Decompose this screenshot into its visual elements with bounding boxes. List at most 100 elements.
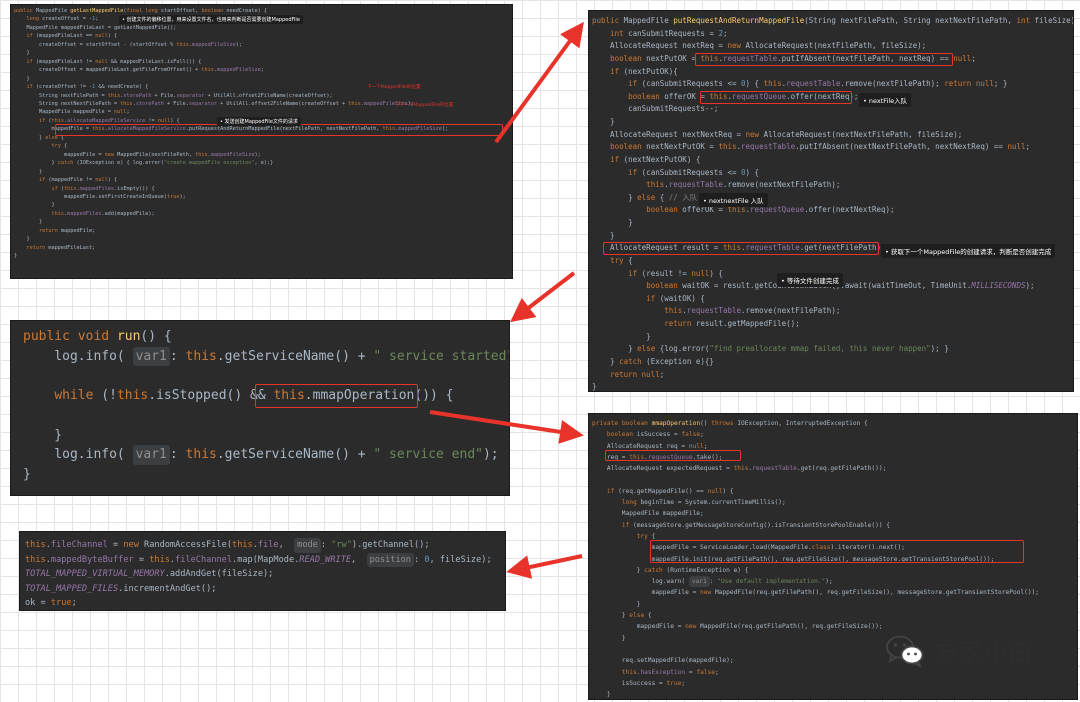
code-block: public MappedFile putRequestAndReturnMap…	[589, 11, 1074, 392]
code-line: } else {	[592, 612, 652, 620]
code-line: }	[14, 168, 43, 175]
code-line: return null;	[610, 369, 665, 379]
code-line: }	[14, 75, 30, 82]
code-line: TOTAL_MAPPED_VIRTUAL_MEMORY.addAndGet(fi…	[25, 569, 274, 580]
code-line: long beginTime = System.currentTimeMilli…	[621, 499, 786, 507]
code-line: mappedFile = new MappedFile(req.getFileP…	[592, 589, 1040, 597]
code-line: this.requestTable.remove(nextNextFilePat…	[646, 180, 841, 190]
highlight-queue-take	[605, 450, 741, 461]
label-next-next-file: 下下一个MappedFile的位置	[395, 103, 454, 108]
code-line: mappedFile = new MappedFile(req.getFileP…	[592, 623, 883, 631]
wechat-icon	[886, 635, 924, 668]
code-line: if (mappedFile != null) {	[39, 177, 118, 184]
arrow-to-channel-map	[506, 554, 583, 579]
highlight-queue-offer	[700, 91, 852, 104]
code-line: } catch (Exception e){}	[592, 356, 714, 366]
code-line: if (waitOK) {	[646, 293, 705, 303]
code-line: this.mappedByteBuffer = this.fileChannel…	[25, 552, 492, 568]
code-line: private boolean mmapOperation() throws I…	[592, 420, 868, 427]
code-line: boolean nextNextPutOK = this.requestTabl…	[610, 142, 1031, 152]
code-line: log.info( var1: this.getServiceName() + …	[23, 445, 509, 465]
code-line: if (canSubmitRequests <= 0) {	[628, 167, 760, 177]
arrow-to-run	[510, 271, 576, 323]
code-line: }	[23, 466, 31, 482]
code-line: boolean offerOK = this.requestQueue.offe…	[646, 205, 895, 215]
code-line: String nextFilePath = this.storePath + F…	[14, 92, 333, 99]
code-line: if (mappedFileLast == null) {	[26, 33, 118, 40]
label-next-file: 下一个MappedFile的位置	[367, 85, 421, 90]
code-line: AllocateRequest nextReq = new AllocateRe…	[592, 41, 927, 51]
code-line: log.warn( var1: "Use default implementat…	[592, 576, 1039, 588]
code-block: this.fileChannel = new RandomAccessFile(…	[20, 532, 492, 610]
code-line: } else { // 入队	[592, 192, 698, 202]
code-line: MappedFile mappedFileLast = getLastMappe…	[14, 24, 177, 31]
code-panel-channel-map: this.fileChannel = new RandomAccessFile(…	[19, 531, 506, 611]
code-line: }	[592, 230, 615, 240]
code-line: mappedFile = new MappedFile(nextFilePath…	[14, 151, 261, 158]
code-line: }	[592, 600, 641, 608]
code-line: if (this.mappedFiles.isEmpty()) {	[51, 185, 155, 192]
code-line: if (canSubmitRequests <= 0) { this.reque…	[628, 79, 1008, 89]
code-line: }	[23, 427, 63, 443]
code-line: createOffset = mappedFileLast.getFileFro…	[14, 67, 264, 74]
watermark: 方家小白	[885, 633, 1033, 669]
code-line: MappedFile mappedFile;	[592, 510, 704, 518]
code-line: return mappedFile;	[39, 227, 96, 234]
note-create-offset: • 创建文件的偏移位置，用来设置文件名，也用来判断是否需要创建MappedFil…	[119, 15, 303, 24]
code-line: if (messageStore.getMessageStoreConfig()…	[621, 521, 891, 529]
code-line: public void run() {	[23, 329, 172, 344]
code-line: if (mappedFileLast != null && mappedFile…	[26, 58, 202, 65]
highlight-mmap-operation	[255, 384, 418, 408]
watermark-text: 方家小白	[933, 638, 1034, 667]
code-panel-put-request: public MappedFile putRequestAndReturnMap…	[588, 10, 1074, 392]
code-line: }	[592, 117, 615, 126]
code-line: } catch (IOException e) { log.error("cre…	[14, 160, 274, 167]
code-line: return result.getMappedFile();	[664, 319, 800, 328]
code-line: }	[14, 236, 30, 243]
code-line: MappedFile mappedFile = null;	[14, 109, 130, 116]
code-line: isSuccess = true;	[592, 679, 686, 687]
code-panel-run: public void run() { log.info( var1: this…	[10, 320, 510, 496]
note-get-request: • 获取下一个MappedFile的创建请求，判断是否创建完成	[881, 244, 1056, 258]
code-line: boolean isSuccess = false;	[606, 431, 704, 439]
code-line: } catch (RuntimeException e) {	[592, 566, 749, 574]
code-line: }	[14, 202, 55, 209]
code-line: } else {log.error("find preallocate mmap…	[592, 344, 949, 354]
code-line: }	[592, 691, 611, 699]
code-line: }	[14, 219, 43, 226]
code-line: try {	[51, 143, 68, 150]
code-line: public MappedFile putRequestAndReturnMap…	[592, 16, 1074, 25]
code-line: AllocateRequest nextNextReq = new Alloca…	[592, 129, 963, 139]
code-line: createOffset = startOffset - (startOffse…	[14, 41, 243, 48]
code-line: int canSubmitRequests = 2;	[610, 28, 728, 38]
code-line: mappedFile.setFirstCreateInQueue(true);	[14, 193, 186, 200]
code-line: ok = true;	[25, 598, 77, 609]
code-line: }	[14, 50, 30, 57]
code-line: log.info( var1: this.getServiceName() + …	[23, 346, 509, 367]
code-line: this.requestTable.remove(nextFilePath);	[664, 306, 841, 316]
note-allocate-request: • 发送创建MappedFile文件的请求	[217, 117, 301, 126]
highlight-put-if-absent	[695, 53, 953, 66]
code-line: TOTAL_MAPPED_FILES.incrementAndGet();	[25, 583, 217, 594]
code-line: if (nextPutOK){	[610, 66, 678, 76]
note-next-next-enqueue: • nextnextFile 入队	[699, 193, 768, 207]
code-line: }	[14, 253, 18, 260]
code-line: if (req.getMappedFile() == null) {	[606, 487, 734, 495]
code-panel-get-last-mapped-file: public MappedFile getLastMappedFile(fina…	[10, 4, 513, 279]
code-line: }	[592, 218, 633, 227]
note-wait-create: • 等待文件创建完成	[777, 273, 843, 287]
code-line: this.fileChannel = new RandomAccessFile(…	[25, 538, 492, 553]
code-line: }	[592, 331, 651, 341]
code-line: canSubmitRequests--;	[592, 104, 719, 114]
note-next-file-enqueue: • nextFile入队	[859, 93, 912, 107]
code-line: this.mappedFiles.add(mappedFile);	[51, 210, 155, 217]
highlight-transient-init	[650, 540, 1024, 563]
highlight-request-table-get	[603, 242, 879, 255]
code-line: String nextNextFilePath = this.storePath…	[14, 100, 414, 107]
code-line: if (nextNextPutOK) {	[610, 154, 701, 164]
code-line: AllocateRequest expectedRequest = this.r…	[592, 465, 887, 473]
code-line: return mappedFileLast;	[26, 244, 96, 251]
code-line: }	[592, 382, 597, 392]
